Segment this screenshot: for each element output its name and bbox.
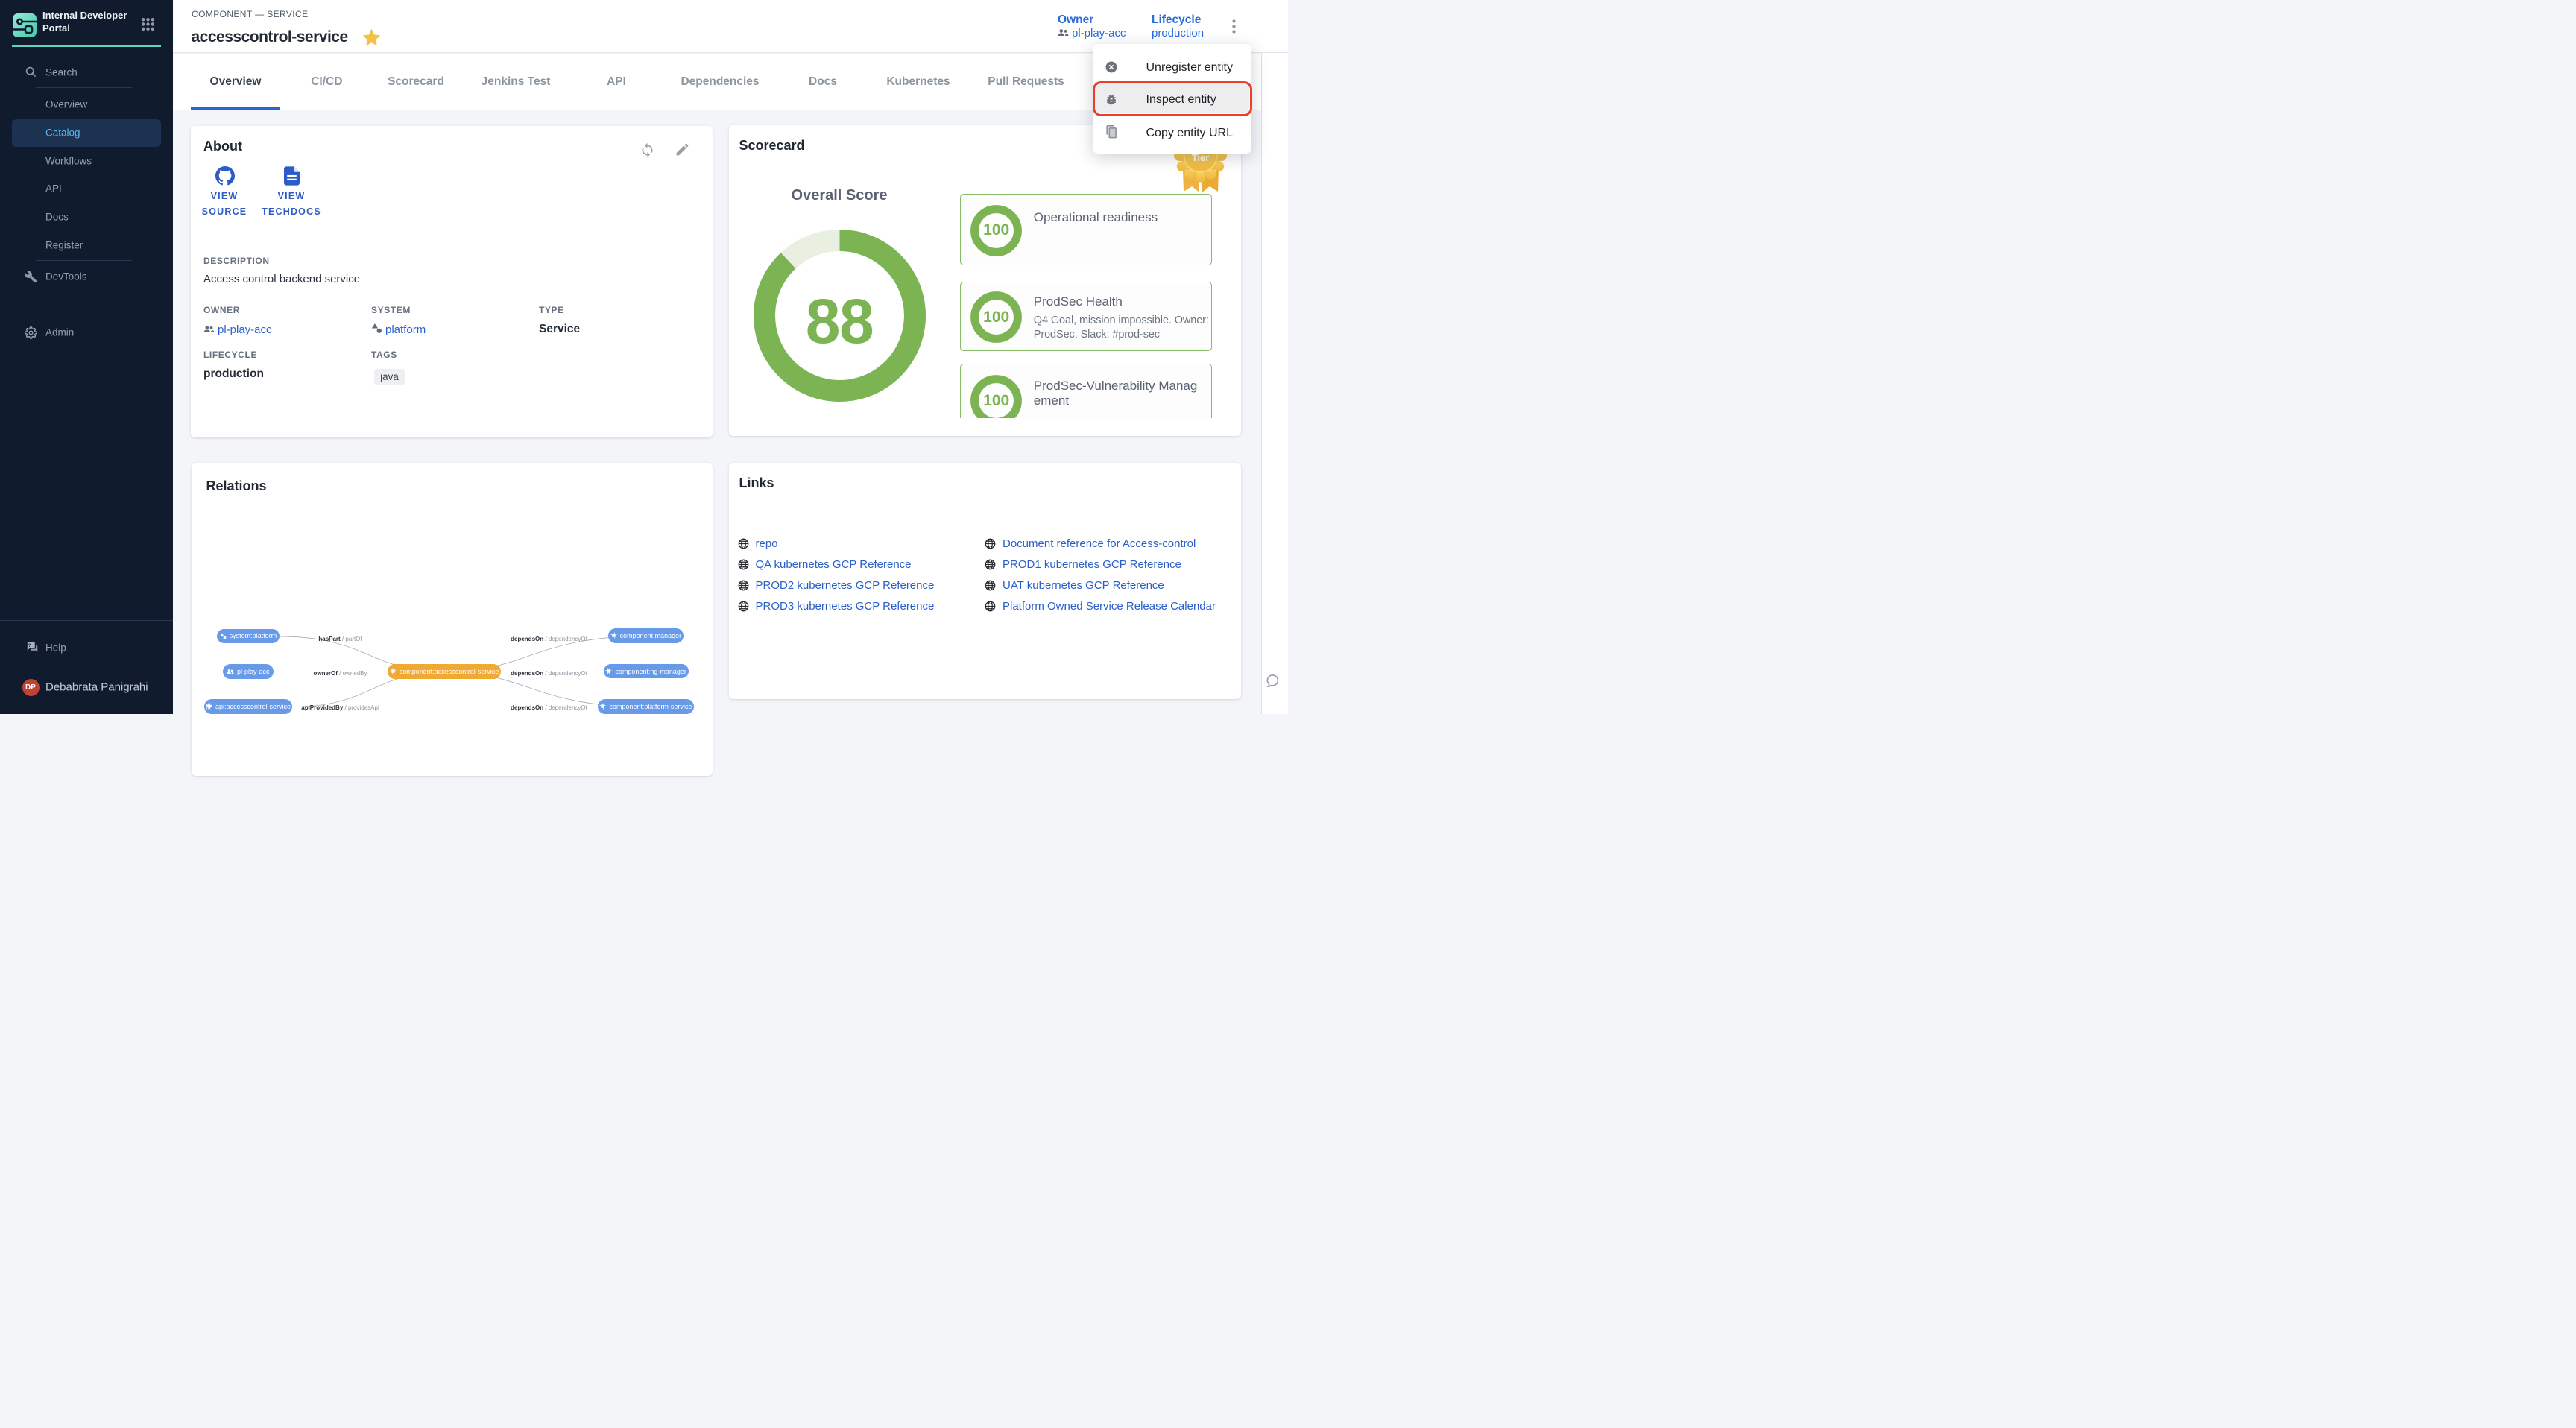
svg-text:Tier: Tier [1192, 152, 1210, 163]
svg-text:?: ? [28, 643, 31, 648]
